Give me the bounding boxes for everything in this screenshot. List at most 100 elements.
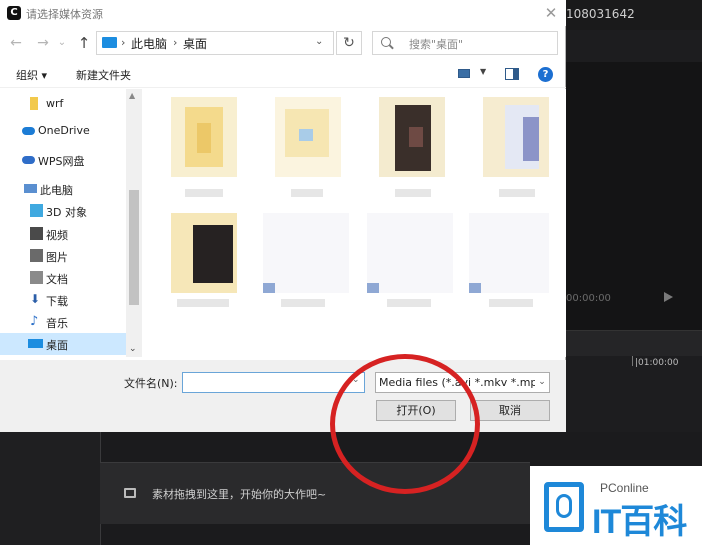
file-thumbnail[interactable] [379, 97, 445, 183]
search-icon [381, 37, 391, 47]
view-options-icon[interactable] [458, 69, 470, 78]
nav-item-label: OneDrive [38, 124, 90, 137]
file-thumbnail[interactable] [469, 213, 549, 299]
recent-locations-chevron-icon[interactable]: ⌄ [55, 32, 69, 54]
file-name-label [177, 299, 229, 307]
back-arrow-icon[interactable]: ← [6, 32, 26, 54]
file-name-label [185, 189, 223, 197]
nav-item-documents[interactable]: 文档 [0, 267, 126, 289]
film-icon [124, 488, 136, 498]
file-name-label [291, 189, 323, 197]
nav-item-videos[interactable]: 视频 [0, 223, 126, 245]
scroll-up-icon[interactable]: ▲ [129, 91, 135, 100]
new-folder-button[interactable]: 新建文件夹 [76, 67, 131, 83]
file-name-label [281, 299, 325, 307]
file-name-label [395, 189, 431, 197]
cloud-icon [22, 127, 35, 135]
dialog-titlebar[interactable]: C 请选择媒体资源 ✕ [0, 0, 566, 26]
breadcrumb-this-pc[interactable]: 此电脑 [131, 35, 167, 52]
file-open-dialog: C 请选择媒体资源 ✕ ← → ⌄ ↑ › 此电脑 › 桌面 ⌄ ↻ 搜索"桌面… [0, 0, 566, 432]
forward-arrow-icon[interactable]: → [33, 32, 53, 54]
watermark-brand-small: PConline [600, 481, 649, 495]
play-icon[interactable] [664, 292, 673, 302]
nav-item-3d-objects[interactable]: 3D 对象 [0, 200, 126, 222]
breadcrumb-desktop[interactable]: 桌面 [183, 35, 207, 52]
file-name-label: 文件名(N): [124, 377, 178, 390]
nav-item-label: 视频 [46, 229, 68, 242]
nav-item-this-pc[interactable]: 此电脑 [0, 178, 126, 200]
nav-item-label: 3D 对象 [46, 206, 87, 219]
breadcrumb-separator-icon: › [173, 36, 178, 49]
folder-icon [30, 97, 38, 110]
cloud-icon [22, 156, 35, 164]
document-icon [30, 271, 43, 284]
dialog-footer: 文件名(N): ⌄ Media files (*.avi *.mkv *.mpg… [0, 360, 566, 432]
file-thumbnail[interactable] [171, 97, 237, 183]
breadcrumb-separator-icon: › [121, 36, 126, 49]
nav-item-desktop[interactable]: 桌面 [0, 333, 126, 355]
search-placeholder: 搜索"桌面" [409, 38, 464, 51]
file-name-label [499, 189, 535, 197]
file-list-area [143, 89, 566, 357]
nav-item-onedrive[interactable]: OneDrive [0, 120, 126, 142]
nav-item-label: 桌面 [46, 339, 68, 352]
search-input[interactable]: 搜索"桌面" [372, 31, 558, 55]
open-button[interactable]: 打开(O) [376, 400, 456, 421]
nav-item-label: 此电脑 [40, 184, 73, 197]
editor-left-panel [0, 432, 100, 545]
drop-hint-text: 素材拖拽到这里，开始你的大作吧~ [152, 488, 327, 501]
ruler-timecode: |01:00:00 [635, 358, 679, 368]
help-icon[interactable]: ? [538, 67, 553, 82]
file-thumbnail[interactable] [263, 213, 349, 299]
nav-item-wrf[interactable]: wrf [0, 93, 126, 115]
watermark-brand-big: IT百科 [592, 503, 687, 541]
refresh-button[interactable]: ↻ [336, 31, 362, 55]
file-thumbnail[interactable] [275, 97, 341, 183]
filter-chevron-down-icon: ⌄ [535, 373, 549, 392]
file-thumbnail[interactable] [483, 97, 549, 183]
file-name-input[interactable] [182, 372, 365, 393]
address-chevron-down-icon[interactable]: ⌄ [315, 36, 323, 47]
cube-icon [30, 204, 43, 217]
nav-item-label: wrf [46, 97, 64, 110]
navigation-bar: ← → ⌄ ↑ › 此电脑 › 桌面 ⌄ ↻ 搜索"桌面" [0, 28, 566, 58]
nav-scrollbar-thumb[interactable] [129, 190, 139, 305]
address-bar[interactable]: › 此电脑 › 桌面 ⌄ [96, 31, 334, 55]
file-thumbnail[interactable] [367, 213, 453, 299]
watermark-logo-mark-inner [556, 494, 572, 518]
cancel-button[interactable]: 取消 [470, 400, 550, 421]
view-options-chevron-icon[interactable]: ▼ [480, 67, 486, 76]
dialog-title: 请选择媒体资源 [26, 8, 103, 21]
preview-pane-icon[interactable] [505, 68, 519, 80]
nav-item-label: 文档 [46, 273, 68, 286]
nav-item-music[interactable]: ♪ 音乐 [0, 311, 126, 333]
computer-icon [24, 184, 37, 193]
nav-item-pictures[interactable]: 图片 [0, 245, 126, 267]
file-type-filter-select[interactable]: Media files (*.avi *.mkv *.mpg ⌄ [375, 372, 550, 393]
computer-icon [102, 37, 117, 48]
download-icon: ⬇ [30, 292, 41, 306]
preview-panel [566, 62, 702, 330]
file-name-label [387, 299, 431, 307]
nav-item-wps-cloud[interactable]: WPS网盘 [0, 149, 126, 171]
nav-item-label: 下载 [46, 295, 68, 308]
ruler-tick [632, 356, 633, 366]
music-icon: ♪ [30, 314, 39, 329]
preview-timecode: 00:00:00 [566, 293, 611, 304]
up-arrow-icon[interactable]: ↑ [74, 32, 94, 54]
picture-icon [30, 249, 43, 262]
scroll-down-icon[interactable]: ⌄ [129, 344, 137, 354]
organize-menu[interactable]: 组织 ▾ [16, 67, 47, 83]
nav-item-label: 图片 [46, 251, 68, 264]
file-thumbnail[interactable] [171, 213, 237, 299]
file-name-chevron-down-icon[interactable]: ⌄ [352, 375, 360, 385]
navigation-pane: wrf OneDrive WPS网盘 此电脑 3D 对象 视频 图片 文档 ⬇ … [0, 89, 142, 357]
file-type-filter-value: Media files (*.avi *.mkv *.mpg [379, 376, 545, 389]
nav-item-label: 音乐 [46, 317, 68, 330]
video-icon [30, 227, 43, 240]
close-button[interactable]: ✕ [538, 2, 564, 24]
project-id: 108031642 [566, 7, 635, 21]
nav-item-label: WPS网盘 [38, 155, 85, 168]
nav-item-downloads[interactable]: ⬇ 下载 [0, 289, 126, 311]
desktop-icon [28, 339, 43, 348]
